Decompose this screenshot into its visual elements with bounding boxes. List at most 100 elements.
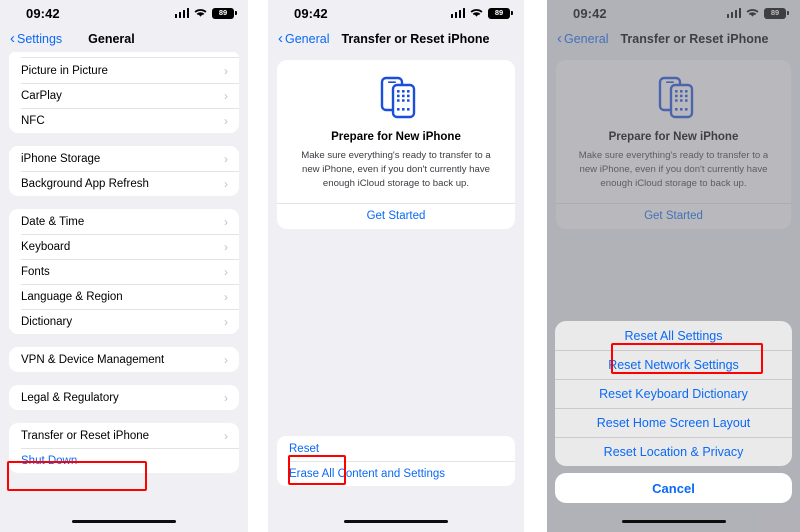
chevron-right-icon: › [224, 428, 228, 443]
list-item[interactable]: Dictionary › [9, 309, 239, 334]
back-button-settings[interactable]: ‹ Settings [10, 30, 63, 47]
status-bar-time: 09:42 [294, 5, 328, 21]
row-label: CarPlay [21, 89, 62, 102]
row-label: iPhone Storage [21, 152, 101, 165]
list-item[interactable]: VPN & Device Management › [9, 347, 239, 372]
row-label: Reset [289, 442, 320, 455]
row-label: Background App Refresh [21, 177, 149, 190]
cancel-button[interactable]: Cancel [555, 473, 792, 503]
nav-bar: ‹ General Transfer or Reset iPhone [268, 26, 524, 52]
status-bar-icons: 89 [450, 7, 513, 19]
action-reset-all-settings[interactable]: Reset All Settings [555, 321, 792, 350]
list-item[interactable]: Legal & Regulatory › [9, 385, 239, 410]
chevron-right-icon: › [224, 113, 228, 128]
page-title: Transfer or Reset iPhone [341, 32, 490, 46]
battery-icon: 89 [488, 7, 513, 19]
wifi-icon [194, 8, 207, 18]
chevron-right-icon: › [224, 390, 228, 405]
nav-bar: ‹ Settings General [0, 26, 248, 52]
row-label: Transfer or Reset iPhone [21, 429, 150, 442]
row-label: Erase All Content and Settings [289, 467, 445, 480]
chevron-right-icon: › [224, 151, 228, 166]
home-indicator [72, 519, 176, 523]
list-item[interactable]: Fonts › [9, 259, 239, 284]
action-reset-home-screen-layout[interactable]: Reset Home Screen Layout [555, 408, 792, 437]
settings-group-6: Transfer or Reset iPhone › Shut Down [9, 423, 239, 473]
panel-divider [524, 0, 547, 532]
status-bar: 09:42 89 [268, 0, 524, 26]
list-item-erase-all-content-and-settings[interactable]: Erase All Content and Settings [277, 461, 515, 486]
get-started-button[interactable]: Get Started [277, 202, 515, 229]
list-item-shut-down[interactable]: Shut Down [9, 448, 239, 473]
row-label: NFC [21, 114, 45, 127]
list-item[interactable]: Date & Time › [9, 209, 239, 234]
reset-action-sheet: Reset All Settings Reset Network Setting… [555, 321, 792, 503]
two-iphones-icon [293, 76, 499, 119]
chevron-left-icon: ‹ [10, 30, 15, 47]
row-label: Language & Region [21, 290, 123, 303]
transfer-reset-body: Prepare for New iPhone Make sure everyth… [268, 52, 524, 532]
chevron-right-icon: › [224, 239, 228, 254]
panel-reset-action-sheet: 09:42 89 ‹ General Transfer or Reset iPh… [547, 0, 800, 532]
settings-group-5: Legal & Regulatory › [9, 385, 239, 410]
chevron-right-icon: › [224, 214, 228, 229]
chevron-right-icon: › [224, 88, 228, 103]
reset-options-group: Reset Erase All Content and Settings [277, 436, 515, 486]
list-item[interactable]: iPhone Storage › [9, 146, 239, 171]
row-label: Shut Down [21, 454, 78, 467]
panel-transfer-or-reset: 09:42 89 ‹ General Transfer or Reset iPh… [268, 0, 524, 532]
back-button-label: General [285, 32, 330, 46]
settings-group-1: Picture in Picture › CarPlay › NFC › [9, 58, 239, 133]
prepare-card-description: Make sure everything's ready to transfer… [301, 150, 491, 189]
row-label: Dictionary [21, 315, 73, 328]
list-item[interactable]: NFC › [9, 108, 239, 133]
battery-level: 89 [218, 8, 228, 18]
status-bar: 09:42 89 [0, 0, 248, 26]
battery-level: 89 [494, 8, 504, 18]
home-indicator [344, 519, 448, 523]
three-panel-screenshot: 09:42 89 ‹ Settings General Picture in P… [0, 0, 800, 532]
action-sheet-options: Reset All Settings Reset Network Setting… [555, 321, 792, 466]
list-item[interactable]: CarPlay › [9, 83, 239, 108]
chevron-right-icon: › [224, 289, 228, 304]
chevron-right-icon: › [224, 176, 228, 191]
list-item-transfer-or-reset-iphone[interactable]: Transfer or Reset iPhone › [9, 423, 239, 448]
cellular-bars-icon [450, 8, 465, 18]
prepare-for-new-iphone-card: Prepare for New iPhone Make sure everyth… [277, 60, 515, 229]
list-item[interactable]: Keyboard › [9, 234, 239, 259]
page-title: General [88, 32, 135, 46]
chevron-right-icon: › [224, 352, 228, 367]
row-label: VPN & Device Management [21, 353, 165, 366]
chevron-right-icon: › [224, 264, 228, 279]
chevron-left-icon: ‹ [278, 30, 283, 47]
prepare-card-title: Prepare for New iPhone [331, 131, 461, 143]
home-indicator [621, 519, 726, 523]
cellular-bars-icon [174, 8, 189, 18]
chevron-right-icon: › [224, 314, 228, 329]
row-label: Keyboard [21, 240, 71, 253]
action-reset-location-and-privacy[interactable]: Reset Location & Privacy [555, 437, 792, 466]
settings-group-4: VPN & Device Management › [9, 347, 239, 372]
row-label: Fonts [21, 265, 50, 278]
status-bar-icons: 89 [174, 7, 237, 19]
battery-icon: 89 [212, 7, 237, 19]
settings-group-2: iPhone Storage › Background App Refresh … [9, 146, 239, 196]
list-item-reset[interactable]: Reset [277, 436, 515, 461]
status-bar-time: 09:42 [26, 5, 60, 21]
list-item[interactable]: Background App Refresh › [9, 171, 239, 196]
wifi-icon [470, 8, 483, 18]
row-label: Picture in Picture [21, 64, 108, 77]
action-reset-network-settings[interactable]: Reset Network Settings [555, 350, 792, 379]
panel-divider [248, 0, 268, 532]
chevron-right-icon: › [224, 63, 228, 78]
back-button-label: Settings [17, 32, 63, 46]
list-item[interactable]: Language & Region › [9, 284, 239, 309]
row-label: Legal & Regulatory [21, 391, 119, 404]
panel-settings-general: 09:42 89 ‹ Settings General Picture in P… [0, 0, 248, 532]
list-item[interactable]: Picture in Picture › [9, 58, 239, 83]
back-button-general[interactable]: ‹ General [278, 30, 330, 47]
row-label: Date & Time [21, 215, 85, 228]
action-reset-keyboard-dictionary[interactable]: Reset Keyboard Dictionary [555, 379, 792, 408]
settings-group-3: Date & Time › Keyboard › Fonts › Languag… [9, 209, 239, 334]
settings-list[interactable]: Picture in Picture › CarPlay › NFC › iPh… [0, 52, 248, 532]
